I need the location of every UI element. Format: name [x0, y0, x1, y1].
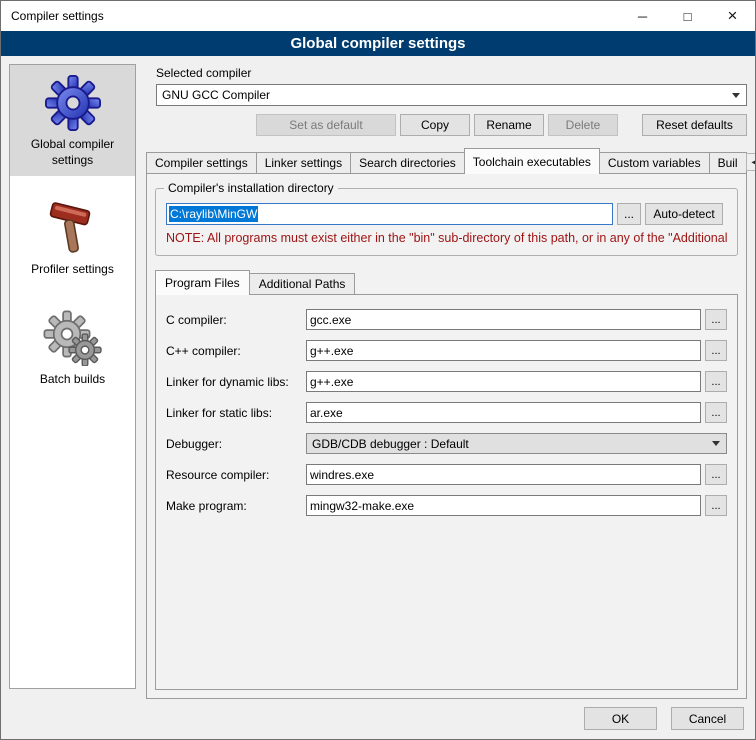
set-as-default-button[interactable]: Set as default: [256, 114, 396, 136]
tab-linker-settings[interactable]: Linker settings: [256, 152, 351, 174]
linker-static-input[interactable]: [306, 402, 701, 423]
sidebar-item-profiler-settings[interactable]: Profiler settings: [10, 190, 135, 286]
debugger-label: Debugger:: [166, 437, 306, 451]
tab-custom-variables[interactable]: Custom variables: [599, 152, 710, 174]
window-title: Compiler settings: [11, 9, 104, 23]
compiler-actions: Set as default Copy Rename Delete Reset …: [156, 114, 747, 136]
profiler-icon: [45, 200, 101, 256]
subtab-additional-paths[interactable]: Additional Paths: [249, 273, 356, 295]
installation-directory-legend: Compiler's installation directory: [164, 181, 338, 195]
cancel-button[interactable]: Cancel: [671, 707, 744, 730]
c-compiler-label: C compiler:: [166, 313, 306, 327]
blue-gear-icon: [45, 75, 101, 131]
close-button[interactable]: ×: [710, 1, 755, 31]
bin-subdirectory-note: NOTE: All programs must exist either in …: [166, 231, 727, 245]
tab-scroll-left-button[interactable]: ◄: [746, 153, 756, 171]
chevron-down-icon: [712, 441, 720, 446]
cpp-compiler-label: C++ compiler:: [166, 344, 306, 358]
tab-toolchain-executables[interactable]: Toolchain executables: [464, 148, 600, 174]
titlebar: Compiler settings ─ □ ×: [1, 1, 755, 31]
settings-sidebar: Global compiler settings Profiler settin…: [9, 64, 136, 689]
linker-dynamic-input[interactable]: [306, 371, 701, 392]
compiler-select-value: GNU GCC Compiler: [162, 88, 270, 102]
sidebar-item-label: Global compiler settings: [12, 137, 133, 168]
resource-compiler-label: Resource compiler:: [166, 468, 306, 482]
installation-directory-row: C:\raylib\MinGW ... Auto-detect: [166, 203, 723, 225]
sidebar-item-label: Batch builds: [40, 372, 105, 388]
field-row-linker-dynamic: Linker for dynamic libs: ...: [166, 371, 727, 392]
rename-button[interactable]: Rename: [474, 114, 544, 136]
delete-button[interactable]: Delete: [548, 114, 618, 136]
browse-button[interactable]: ...: [705, 495, 727, 516]
tab-search-directories[interactable]: Search directories: [350, 152, 465, 174]
window-controls: ─ □ ×: [620, 1, 755, 31]
compiler-settings-window: Compiler settings ─ □ × Global compiler …: [0, 0, 756, 740]
tab-scroll-buttons: ◄ ►: [746, 153, 756, 171]
compiler-select[interactable]: GNU GCC Compiler: [156, 84, 747, 106]
c-compiler-input[interactable]: [306, 309, 701, 330]
sidebar-item-global-compiler-settings[interactable]: Global compiler settings: [10, 65, 135, 176]
field-row-c-compiler: C compiler: ...: [166, 309, 727, 330]
sidebar-item-label: Profiler settings: [31, 262, 114, 278]
field-row-make-program: Make program: ...: [166, 495, 727, 516]
selected-text: C:\raylib\MinGW: [169, 206, 258, 222]
maximize-icon: □: [684, 9, 692, 24]
linker-static-label: Linker for static libs:: [166, 406, 306, 420]
browse-button[interactable]: ...: [705, 371, 727, 392]
content-panel: Selected compiler GNU GCC Compiler Set a…: [146, 64, 747, 699]
debugger-select[interactable]: GDB/CDB debugger : Default: [306, 433, 727, 454]
make-program-input[interactable]: [306, 495, 701, 516]
resource-compiler-input[interactable]: [306, 464, 701, 485]
maximize-button[interactable]: □: [665, 1, 710, 31]
program-files-panel: C compiler: ... C++ compiler: ...: [155, 294, 738, 690]
subtab-program-files[interactable]: Program Files: [155, 270, 250, 295]
program-files-subtabs: Program Files Additional Paths: [155, 270, 738, 295]
linker-dynamic-label: Linker for dynamic libs:: [166, 375, 306, 389]
settings-tabstrip: Compiler settings Linker settings Search…: [146, 148, 747, 174]
installation-directory-group: Compiler's installation directory C:\ray…: [155, 188, 738, 256]
chevron-down-icon: [732, 93, 740, 98]
browse-button[interactable]: ...: [705, 309, 727, 330]
toolchain-executables-panel: Compiler's installation directory C:\ray…: [146, 173, 747, 699]
browse-button[interactable]: ...: [705, 464, 727, 485]
tab-build-truncated[interactable]: Buil: [709, 152, 747, 174]
field-row-debugger: Debugger: GDB/CDB debugger : Default: [166, 433, 727, 454]
copy-button[interactable]: Copy: [400, 114, 470, 136]
cpp-compiler-input[interactable]: [306, 340, 701, 361]
ok-button[interactable]: OK: [584, 707, 657, 730]
dialog-footer: OK Cancel: [1, 699, 755, 739]
debugger-select-value: GDB/CDB debugger : Default: [312, 437, 469, 451]
field-row-resource-compiler: Resource compiler: ...: [166, 464, 727, 485]
batch-builds-icon: [43, 310, 103, 366]
selected-compiler-label: Selected compiler: [156, 66, 747, 80]
reset-defaults-button[interactable]: Reset defaults: [642, 114, 747, 136]
browse-directory-button[interactable]: ...: [617, 203, 641, 225]
installation-directory-input[interactable]: C:\raylib\MinGW: [166, 203, 613, 225]
tab-compiler-settings[interactable]: Compiler settings: [146, 152, 257, 174]
browse-button[interactable]: ...: [705, 402, 727, 423]
arrow-left-icon: ◄: [750, 157, 756, 167]
browse-button[interactable]: ...: [705, 340, 727, 361]
field-row-cpp-compiler: C++ compiler: ...: [166, 340, 727, 361]
minimize-button[interactable]: ─: [620, 1, 665, 31]
make-program-label: Make program:: [166, 499, 306, 513]
close-icon: ×: [728, 6, 738, 26]
auto-detect-button[interactable]: Auto-detect: [645, 203, 723, 225]
sidebar-item-batch-builds[interactable]: Batch builds: [10, 300, 135, 396]
minimize-icon: ─: [638, 9, 647, 24]
field-row-linker-static: Linker for static libs: ...: [166, 402, 727, 423]
page-title: Global compiler settings: [1, 31, 755, 56]
main-area: Global compiler settings Profiler settin…: [1, 56, 755, 699]
